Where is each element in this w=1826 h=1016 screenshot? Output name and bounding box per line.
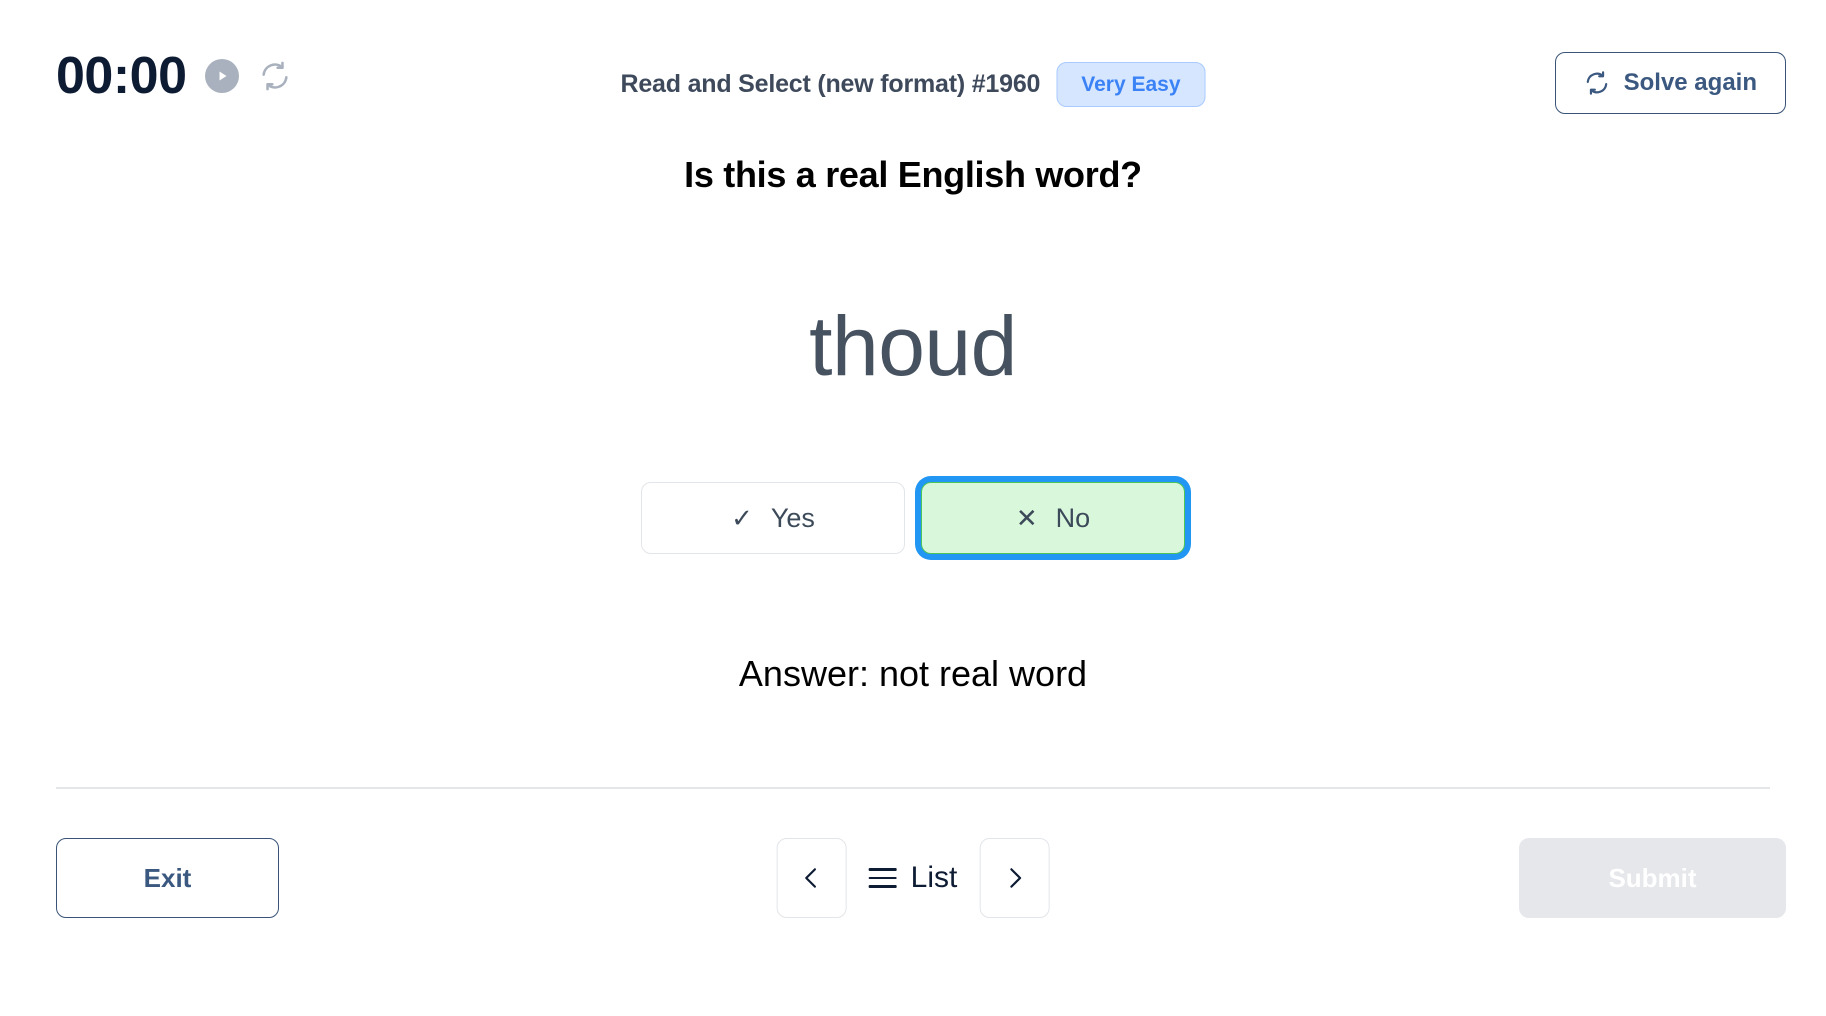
timer-group: 00:00 (56, 50, 293, 102)
solve-again-button[interactable]: Solve again (1554, 52, 1786, 114)
choice-yes-button[interactable]: ✓ Yes (641, 482, 905, 554)
choice-no-button[interactable]: ✕ No (921, 482, 1185, 554)
page-title: Read and Select (new format) #1960 (620, 70, 1041, 98)
choice-yes-label: Yes (770, 502, 815, 533)
next-button[interactable] (979, 838, 1050, 918)
target-word: thoud (809, 299, 1017, 393)
list-button[interactable]: List (861, 861, 966, 895)
chevron-right-icon (1001, 865, 1027, 891)
hamburger-icon (868, 868, 897, 888)
list-label: List (910, 861, 958, 894)
exercise-header: Read and Select (new format) #1960 Very … (620, 62, 1206, 107)
timer-display: 00:00 (56, 47, 187, 105)
status-badge[interactable]: Very Easy (1056, 62, 1206, 107)
choice-group: ✓ Yes ✕ No (0, 482, 1826, 554)
refresh-icon (1584, 70, 1610, 96)
reset-icon[interactable] (257, 58, 293, 94)
check-icon: ✓ (731, 503, 753, 533)
answer-text: Answer: not real word (738, 653, 1088, 694)
exit-button[interactable]: Exit (56, 838, 279, 918)
exercise-page: 00:00 Read and Select (new format) #1960… (0, 0, 1826, 1016)
chevron-left-icon (799, 865, 825, 891)
footer-divider (56, 787, 1770, 789)
solve-again-label: Solve again (1623, 69, 1757, 96)
choice-no-label: No (1055, 502, 1091, 533)
submit-button[interactable]: Submit (1519, 838, 1786, 918)
navigation-controls: List (776, 838, 1050, 918)
footer-bar: Exit List Submit (0, 828, 1826, 938)
previous-button[interactable] (776, 838, 847, 918)
play-icon[interactable] (204, 59, 239, 93)
question-prompt: Is this a real English word? (684, 154, 1142, 195)
header-bar: 00:00 Read and Select (new format) #1960… (0, 0, 1826, 130)
cross-icon: ✕ (1015, 503, 1038, 533)
